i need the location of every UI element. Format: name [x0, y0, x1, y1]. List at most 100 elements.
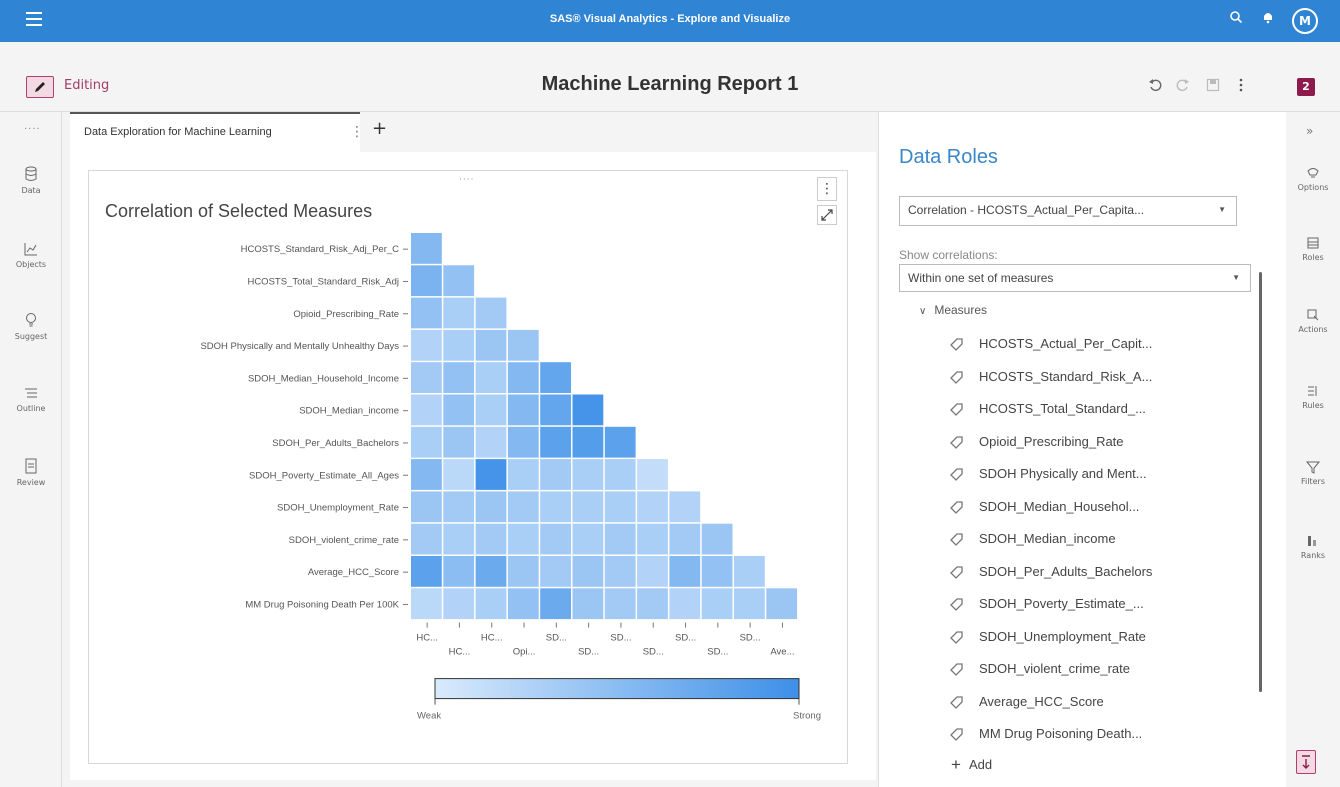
redo-icon[interactable]	[1174, 78, 1192, 96]
search-icon[interactable]	[1226, 10, 1246, 30]
pages-badge[interactable]: 2	[1297, 78, 1315, 96]
heatmap-cell[interactable]	[540, 362, 571, 393]
sidebar-item-filters[interactable]: Filters	[1286, 460, 1340, 486]
pin-panel-icon[interactable]	[1296, 750, 1316, 774]
sidebar-item-suggest[interactable]: Suggest	[0, 312, 62, 341]
heatmap-cell[interactable]	[540, 394, 571, 426]
heatmap-cell[interactable]	[443, 491, 475, 523]
heatmap-cell[interactable]	[507, 556, 539, 587]
heatmap-cell[interactable]	[669, 556, 701, 587]
heatmap-cell[interactable]	[637, 491, 668, 523]
sidebar-handle-icon[interactable]: ····	[24, 124, 41, 135]
tab-data-exploration[interactable]: Data Exploration for Machine Learning ⋮	[70, 112, 364, 152]
heatmap-cell[interactable]	[669, 523, 701, 555]
heatmap-cell[interactable]	[540, 459, 571, 490]
sidebar-item-ranks[interactable]: Ranks	[1286, 534, 1340, 560]
heatmap-cell[interactable]	[411, 362, 442, 393]
collapse-panel-icon[interactable]: »	[1306, 124, 1313, 138]
heatmap-cell[interactable]	[637, 588, 668, 620]
heatmap-cell[interactable]	[475, 459, 507, 490]
heatmap-cell[interactable]	[507, 394, 539, 426]
sidebar-item-review[interactable]: Review	[0, 458, 62, 487]
heatmap-cell[interactable]	[604, 491, 636, 523]
sidebar-item-rules[interactable]: Rules	[1286, 384, 1340, 410]
bell-icon[interactable]	[1258, 10, 1278, 30]
heatmap-cell[interactable]	[637, 523, 668, 555]
heatmap-cell[interactable]	[443, 394, 475, 426]
heatmap-cell[interactable]	[411, 523, 442, 555]
heatmap-cell[interactable]	[701, 523, 733, 555]
heatmap-cell[interactable]	[411, 265, 442, 297]
heatmap-cell[interactable]	[475, 523, 507, 555]
heatmap-cell[interactable]	[507, 491, 539, 523]
heatmap-cell[interactable]	[475, 426, 507, 458]
heatmap-cell[interactable]	[411, 426, 442, 458]
heatmap-cell[interactable]	[572, 556, 604, 587]
heatmap-cell[interactable]	[411, 233, 442, 264]
heatmap-cell[interactable]	[443, 426, 475, 458]
heatmap-cell[interactable]	[572, 523, 604, 555]
sidebar-item-objects[interactable]: Objects	[0, 242, 62, 269]
add-page-icon[interactable]: +	[372, 118, 387, 139]
heatmap-cell[interactable]	[443, 459, 475, 490]
heatmap-cell[interactable]	[637, 459, 668, 490]
heatmap-cell[interactable]	[540, 426, 571, 458]
heatmap-cell[interactable]	[604, 588, 636, 620]
show-correlations-select[interactable]: Within one set of measures ▼	[899, 264, 1251, 292]
sidebar-item-actions[interactable]: Actions	[1286, 308, 1340, 334]
heatmap-cell[interactable]	[475, 588, 507, 620]
heatmap-cell[interactable]	[734, 556, 765, 587]
heatmap-cell[interactable]	[572, 588, 604, 620]
heatmap-cell[interactable]	[734, 588, 765, 620]
sidebar-item-data[interactable]: Data	[0, 166, 62, 195]
heatmap-cell[interactable]	[540, 556, 571, 587]
heatmap-cell[interactable]	[475, 329, 507, 361]
heatmap-cell[interactable]	[443, 556, 475, 587]
panel-scrollbar[interactable]	[1259, 272, 1262, 692]
heatmap-cell[interactable]	[572, 394, 604, 426]
more-options-icon[interactable]	[1232, 78, 1250, 96]
heatmap-cell[interactable]	[540, 491, 571, 523]
heatmap-cell[interactable]	[701, 556, 733, 587]
undo-icon[interactable]	[1146, 78, 1164, 96]
heatmap-cell[interactable]	[443, 265, 475, 297]
heatmap-cell[interactable]	[411, 394, 442, 426]
heatmap-cell[interactable]	[507, 362, 539, 393]
heatmap-cell[interactable]	[411, 556, 442, 587]
heatmap-cell[interactable]	[443, 329, 475, 361]
heatmap-cell[interactable]	[507, 459, 539, 490]
heatmap-cell[interactable]	[572, 491, 604, 523]
heatmap-cell[interactable]	[443, 588, 475, 620]
sidebar-item-options[interactable]: Options	[1286, 166, 1340, 192]
heatmap-cell[interactable]	[443, 362, 475, 393]
heatmap-cell[interactable]	[507, 523, 539, 555]
heatmap-cell[interactable]	[475, 491, 507, 523]
measures-group-header[interactable]: ∨ Measures	[919, 303, 987, 317]
heatmap-cell[interactable]	[669, 491, 701, 523]
heatmap-cell[interactable]	[443, 523, 475, 555]
correlation-chart-object[interactable]: ···· Correlation of Selected Measures ⋮ …	[88, 170, 848, 764]
heatmap-cell[interactable]	[604, 459, 636, 490]
heatmap-cell[interactable]	[443, 297, 475, 329]
correlation-select[interactable]: Correlation - HCOSTS_Actual_Per_Capita..…	[899, 196, 1237, 226]
tab-menu-icon[interactable]: ⋮	[350, 124, 364, 140]
heatmap-cell[interactable]	[637, 556, 668, 587]
heatmap-cell[interactable]	[507, 588, 539, 620]
sidebar-item-roles[interactable]: Roles	[1286, 236, 1340, 262]
heatmap-cell[interactable]	[701, 588, 733, 620]
heatmap-cell[interactable]	[475, 556, 507, 587]
heatmap-cell[interactable]	[604, 426, 636, 458]
user-avatar[interactable]: M	[1292, 8, 1318, 34]
heatmap-cell[interactable]	[411, 329, 442, 361]
heatmap-cell[interactable]	[540, 588, 571, 620]
heatmap-cell[interactable]	[475, 394, 507, 426]
heatmap-cell[interactable]	[572, 459, 604, 490]
save-icon[interactable]	[1204, 78, 1222, 96]
heatmap-cell[interactable]	[507, 329, 539, 361]
heatmap-cell[interactable]	[572, 426, 604, 458]
heatmap-cell[interactable]	[669, 588, 701, 620]
heatmap-cell[interactable]	[475, 362, 507, 393]
heatmap-cell[interactable]	[604, 523, 636, 555]
heatmap-cell[interactable]	[411, 297, 442, 329]
heatmap-cell[interactable]	[540, 523, 571, 555]
